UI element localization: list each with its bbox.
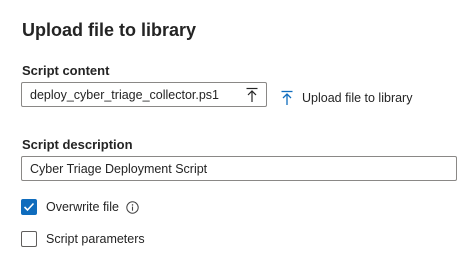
script-description-value: Cyber Triage Deployment Script bbox=[30, 162, 208, 176]
overwrite-file-label[interactable]: Overwrite file bbox=[46, 200, 119, 214]
script-content-label: Script content bbox=[22, 63, 110, 78]
upload-arrow-icon[interactable] bbox=[245, 87, 259, 103]
upload-file-to-library-link[interactable]: Upload file to library bbox=[280, 89, 412, 107]
overwrite-file-checkbox[interactable] bbox=[21, 199, 37, 215]
script-description-input[interactable]: Cyber Triage Deployment Script bbox=[21, 156, 457, 181]
panel-title: Upload file to library bbox=[22, 20, 197, 40]
overwrite-file-option: Overwrite file bbox=[21, 198, 139, 216]
script-parameters-checkbox[interactable] bbox=[21, 231, 37, 247]
upload-link-label: Upload file to library bbox=[302, 91, 413, 105]
script-file-value: deploy_cyber_triage_collector.ps1 bbox=[30, 88, 220, 102]
script-parameters-label[interactable]: Script parameters bbox=[46, 232, 145, 246]
script-parameters-option: Script parameters bbox=[21, 230, 145, 248]
checkmark-icon bbox=[23, 202, 35, 212]
script-file-input[interactable]: deploy_cyber_triage_collector.ps1 bbox=[21, 82, 267, 107]
upload-arrow-icon bbox=[280, 90, 294, 106]
script-description-label: Script description bbox=[22, 137, 133, 152]
info-icon[interactable] bbox=[126, 200, 139, 214]
